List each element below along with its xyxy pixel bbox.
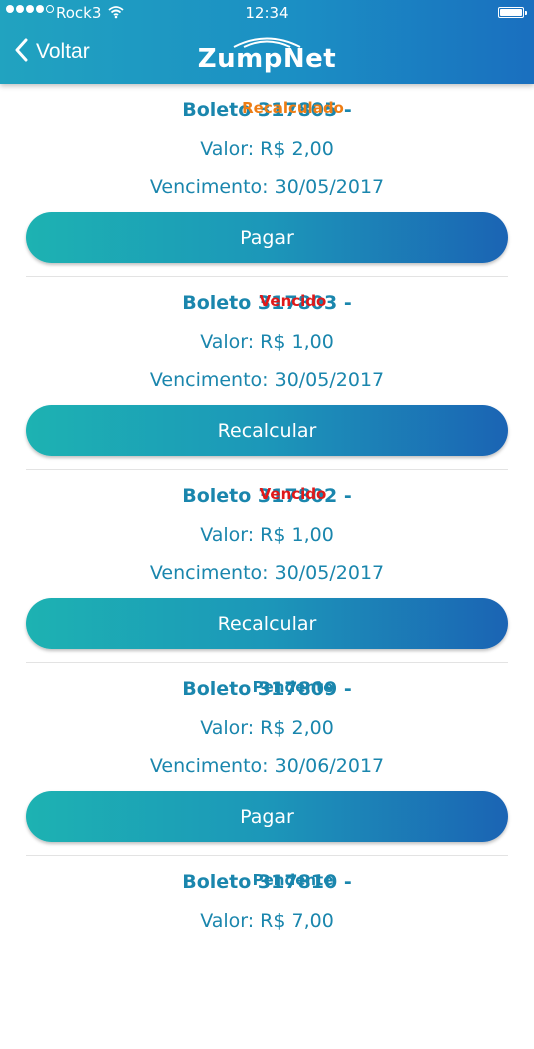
boleto-valor: Valor: R$ 2,00	[200, 138, 334, 160]
boleto-vencimento: Vencimento: 30/05/2017	[149, 562, 385, 584]
pagar-button[interactable]: Pagar	[26, 791, 508, 842]
boleto-title: Boleto 317803 - Vencido	[26, 292, 508, 314]
boleto-vencimento: Vencimento: 30/05/2017	[149, 176, 385, 198]
battery-icon	[498, 7, 527, 18]
status-time: 12:34	[245, 4, 289, 22]
boleto-valor: Valor: R$ 1,00	[200, 524, 334, 546]
boleto-valor: Valor: R$ 1,00	[200, 331, 334, 353]
chevron-left-icon	[14, 38, 28, 66]
status-label: Pendente	[252, 678, 334, 696]
boleto-valor: Valor: R$ 2,00	[200, 717, 334, 739]
status-label: Vencido	[259, 292, 327, 310]
boleto-list: Boleto 317805 - Recalculado Valor: R$ 2,…	[0, 84, 534, 1049]
back-label: Voltar	[36, 40, 90, 63]
boleto-valor: Valor: R$ 7,00	[200, 910, 334, 932]
status-label: Vencido	[259, 485, 327, 503]
nav-header: Rock3 12:34 Voltar ZumpNet	[0, 0, 534, 84]
boleto-card: Boleto 317810 - Pendente Valor: R$ 7,00	[26, 856, 508, 1049]
status-bar: Rock3 12:34	[0, 0, 534, 28]
boleto-title: Boleto 317802 - Vencido	[26, 485, 508, 507]
boleto-title: Boleto 317809 - Pendente	[26, 678, 508, 700]
logo-text: ZumpNet	[197, 44, 337, 74]
recalcular-button[interactable]: Recalcular	[26, 598, 508, 649]
boleto-card: Boleto 317803 - Vencido Valor: R$ 1,00 V…	[26, 277, 508, 470]
zumpnet-logo: ZumpNet	[192, 32, 342, 76]
boleto-vencimento: Vencimento: 30/06/2017	[149, 755, 385, 777]
boleto-card: Boleto 317802 - Vencido Valor: R$ 1,00 V…	[26, 470, 508, 663]
boleto-vencimento: Vencimento: 30/05/2017	[149, 369, 385, 391]
recalcular-button[interactable]: Recalcular	[26, 405, 508, 456]
status-label: Recalculado	[242, 99, 344, 117]
boleto-title: Boleto 317805 - Recalculado	[26, 99, 508, 121]
boleto-title: Boleto 317810 - Pendente	[26, 871, 508, 893]
boleto-card: Boleto 317805 - Recalculado Valor: R$ 2,…	[26, 84, 508, 277]
back-button[interactable]: Voltar	[14, 38, 90, 66]
pagar-button[interactable]: Pagar	[26, 212, 508, 263]
boleto-card: Boleto 317809 - Pendente Valor: R$ 2,00 …	[26, 663, 508, 856]
status-label: Pendente	[252, 871, 334, 889]
